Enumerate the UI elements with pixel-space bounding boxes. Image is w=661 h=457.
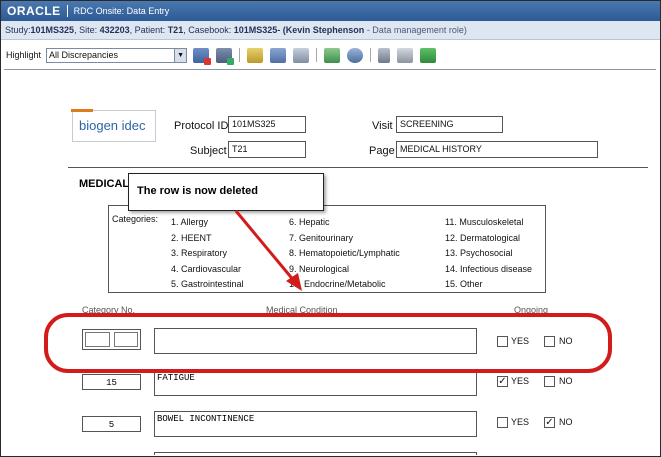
- delete-icon[interactable]: [378, 47, 391, 63]
- investigator-comment-icon[interactable]: [293, 47, 310, 63]
- crf-form: biogen idec Protocol ID 101MS325 Visit S…: [4, 69, 656, 455]
- add-discrepancy-icon[interactable]: [193, 47, 212, 65]
- highlight-select[interactable]: All Discrepancies ▼: [46, 47, 188, 63]
- chevron-down-icon[interactable]: ▼: [174, 48, 187, 62]
- oracle-logo: ORACLE: [7, 4, 61, 18]
- site-id: 432203: [99, 25, 130, 35]
- print-icon[interactable]: [397, 47, 414, 63]
- title-bar: ORACLE RDC Onsite: Data Entry: [1, 1, 660, 21]
- patient-id: T21: [167, 25, 184, 35]
- window-title: RDC Onsite: Data Entry: [73, 6, 170, 16]
- highlight-label: Highlight: [6, 50, 42, 60]
- toolbar: Highlight All Discrepancies ▼: [1, 44, 660, 66]
- arrow-line: [234, 210, 297, 283]
- title-separator: [66, 5, 68, 17]
- save-icon[interactable]: [420, 47, 437, 63]
- verify-icon[interactable]: [324, 47, 341, 63]
- toolbar-icons: [193, 47, 443, 65]
- toolbar-divider: [370, 48, 372, 62]
- view-discrepancy-icon[interactable]: [216, 47, 235, 65]
- user-name: (Kevin Stephenson: [282, 25, 365, 35]
- toolbar-divider: [239, 48, 241, 62]
- study-info-bar: Study:101MS325, Site: 432203, Patient: T…: [1, 21, 660, 40]
- toolbar-divider: [316, 48, 318, 62]
- casebook-id: 101MS325-: [233, 25, 281, 35]
- user-role: - Data management role): [364, 25, 467, 35]
- callout-arrow: [234, 210, 302, 291]
- study-id: 101MS325: [30, 25, 75, 35]
- audit-icon[interactable]: [270, 47, 287, 63]
- approve-icon[interactable]: [347, 47, 364, 63]
- edit-icon[interactable]: [247, 47, 264, 63]
